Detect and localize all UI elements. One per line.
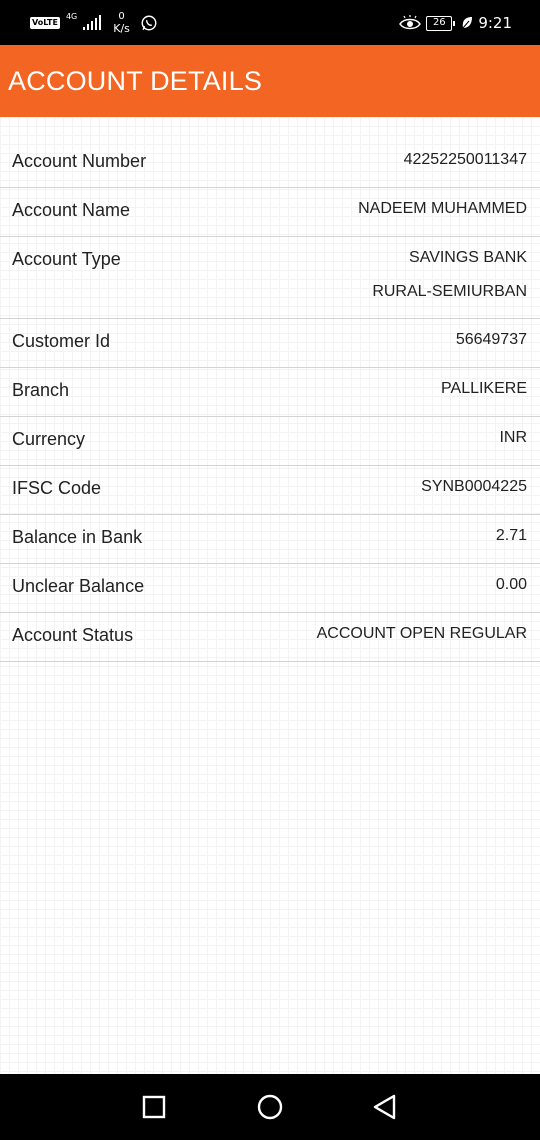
detail-value: ACCOUNT OPEN REGULAR bbox=[316, 625, 527, 642]
content: Account Number 42252250011347 Account Na… bbox=[0, 117, 540, 1074]
status-bar: VoLTE 4G 0 K/s 26 9:21 bbox=[0, 0, 540, 45]
detail-row-currency: Currency INR bbox=[0, 417, 540, 466]
recent-apps-icon bbox=[142, 1095, 166, 1119]
leaf-icon bbox=[462, 17, 473, 29]
detail-value: 56649737 bbox=[455, 331, 527, 348]
status-left: VoLTE 4G 0 K/s bbox=[30, 10, 158, 36]
page-title: ACCOUNT DETAILS bbox=[8, 65, 263, 96]
eye-comfort-icon bbox=[399, 15, 422, 30]
detail-value: SAVINGS BANK bbox=[409, 249, 527, 266]
detail-label: Account Number bbox=[12, 151, 147, 171]
detail-row-account-number: Account Number 42252250011347 bbox=[0, 139, 540, 188]
detail-label: Account Status bbox=[12, 625, 134, 645]
detail-label: Account Type bbox=[12, 249, 121, 269]
detail-row-branch: Branch PALLIKERE bbox=[0, 368, 540, 417]
detail-row-account-status: Account Status ACCOUNT OPEN REGULAR bbox=[0, 613, 540, 662]
detail-label: Branch bbox=[12, 380, 70, 400]
detail-label: Unclear Balance bbox=[12, 576, 145, 596]
detail-value: NADEEM MUHAMMED bbox=[358, 200, 527, 217]
detail-label: Balance in Bank bbox=[12, 527, 143, 547]
detail-row-account-type: Account Type SAVINGS BANK RURAL-SEMIURBA… bbox=[0, 237, 540, 319]
app-bar: ACCOUNT DETAILS bbox=[0, 45, 540, 117]
screen: VoLTE 4G 0 K/s 26 9:21 ACCOUNT DETAILS A… bbox=[0, 0, 540, 1140]
whatsapp-icon bbox=[141, 15, 157, 31]
volte-icon: VoLTE bbox=[30, 17, 60, 29]
speed-unit: K/s bbox=[113, 22, 130, 35]
clock: 9:21 bbox=[478, 14, 512, 32]
detail-value-line2: RURAL-SEMIURBAN bbox=[372, 283, 527, 300]
detail-value: 0.00 bbox=[495, 576, 527, 593]
detail-row-ifsc-code: IFSC Code SYNB0004225 bbox=[0, 466, 540, 515]
home-button[interactable] bbox=[255, 1092, 285, 1122]
recent-apps-button[interactable] bbox=[139, 1092, 169, 1122]
detail-value: 2.71 bbox=[495, 527, 527, 544]
detail-value: SYNB0004225 bbox=[421, 478, 527, 495]
detail-label: IFSC Code bbox=[12, 478, 102, 498]
details-list: Account Number 42252250011347 Account Na… bbox=[0, 139, 540, 662]
detail-value: 42252250011347 bbox=[403, 151, 527, 168]
detail-label: Account Name bbox=[12, 200, 131, 220]
detail-row-unclear-balance: Unclear Balance 0.00 bbox=[0, 564, 540, 613]
detail-value: PALLIKERE bbox=[441, 380, 527, 397]
detail-value: INR bbox=[499, 429, 527, 446]
detail-row-customer-id: Customer Id 56649737 bbox=[0, 319, 540, 368]
detail-label: Customer Id bbox=[12, 331, 111, 351]
home-icon bbox=[257, 1094, 283, 1120]
detail-row-account-name: Account Name NADEEM MUHAMMED bbox=[0, 188, 540, 237]
detail-row-balance-in-bank: Balance in Bank 2.71 bbox=[0, 515, 540, 564]
detail-label: Currency bbox=[12, 429, 86, 449]
battery-icon: 26 bbox=[426, 15, 456, 31]
back-icon bbox=[373, 1094, 396, 1120]
network-type: 4G bbox=[65, 12, 78, 21]
battery-level: 26 bbox=[432, 17, 446, 28]
back-button[interactable] bbox=[370, 1092, 400, 1122]
status-right: 26 9:21 bbox=[399, 11, 512, 35]
network-speed: 0 K/s bbox=[113, 11, 130, 35]
signal-icon bbox=[83, 15, 102, 30]
navigation-bar bbox=[0, 1074, 540, 1140]
